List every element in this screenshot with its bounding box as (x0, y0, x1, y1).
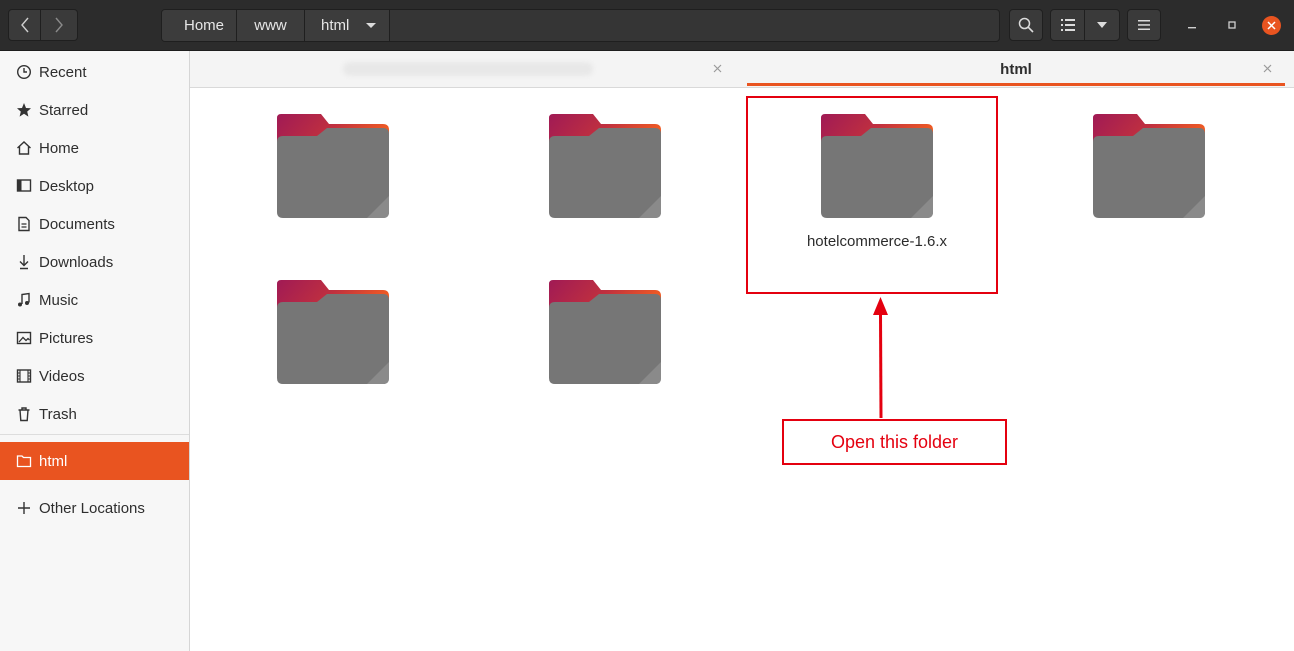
sidebar-item-label: Videos (39, 367, 85, 385)
maximize-button[interactable] (1222, 15, 1242, 35)
folder-item[interactable] (277, 114, 389, 218)
folder-icon (549, 280, 661, 384)
path-bar: Home www html (161, 9, 1000, 42)
chevron-left-icon (20, 17, 29, 33)
download-icon (15, 253, 33, 271)
tab-html[interactable]: html (747, 51, 1285, 87)
sidebar-item-desktop[interactable]: Desktop (0, 167, 189, 205)
sidebar-item-recent[interactable]: Recent (0, 53, 189, 91)
desktop-icon (15, 177, 33, 195)
close-icon (1267, 21, 1276, 30)
folder-item[interactable] (1093, 114, 1205, 218)
star-icon (15, 101, 33, 119)
breadcrumb-home-label: Home (184, 17, 225, 34)
sidebar-item-label: Downloads (39, 253, 114, 271)
sidebar-item-downloads[interactable]: Downloads (0, 243, 189, 281)
sidebar-item-trash[interactable]: Trash (0, 395, 189, 433)
sidebar-item-label: Pictures (39, 329, 94, 347)
arrow-up-icon (873, 297, 888, 419)
chevron-down-icon (1097, 22, 1107, 28)
folder-item[interactable] (549, 280, 661, 384)
sidebar-item-documents[interactable]: Documents (0, 205, 189, 243)
view-options-button[interactable] (1084, 9, 1120, 41)
breadcrumb-home[interactable]: Home (162, 10, 237, 41)
search-button[interactable] (1009, 9, 1043, 41)
folder-item[interactable] (549, 114, 661, 218)
sidebar-item-html[interactable]: html (0, 442, 189, 480)
chevron-right-icon (55, 17, 63, 33)
tab-blurred[interactable] (190, 51, 745, 87)
minimize-icon (1188, 27, 1196, 29)
folder-icon (277, 280, 389, 384)
breadcrumb-www[interactable]: www (237, 10, 305, 41)
file-view: hotelcommerce-1.6.x (190, 88, 1294, 651)
sidebar-item-home[interactable]: Home (0, 129, 189, 167)
blurred-tab-title (342, 62, 593, 76)
sidebar-item-starred[interactable]: Starred (0, 91, 189, 129)
document-icon (15, 215, 33, 233)
clock-icon (15, 63, 33, 81)
minimize-button[interactable] (1182, 15, 1202, 35)
video-icon (15, 367, 33, 385)
breadcrumb-html[interactable]: html (305, 10, 390, 41)
sidebar-item-label: Starred (39, 101, 89, 119)
tab-bar: html (190, 51, 1294, 88)
picture-icon (15, 329, 33, 347)
chevron-down-icon (366, 23, 377, 28)
folder-icon (15, 452, 33, 470)
sidebar-item-other-locations[interactable]: Other Locations (0, 489, 189, 527)
tab-label: html (1000, 60, 1032, 78)
main-menu-button[interactable] (1127, 9, 1161, 41)
music-icon (15, 291, 33, 309)
sidebar: Recent Starred Home Desktop Documents Do… (0, 51, 190, 651)
sidebar-item-label: html (39, 452, 68, 470)
sidebar-separator (0, 434, 189, 435)
annotation-note-text: Open this folder (830, 431, 959, 452)
list-view-button[interactable] (1050, 9, 1085, 41)
sidebar-item-label: Home (39, 139, 80, 157)
sidebar-item-label: Documents (39, 215, 115, 233)
trash-icon (15, 405, 33, 423)
tab-close-button[interactable] (1259, 60, 1275, 76)
breadcrumb-www-label: www (254, 17, 287, 34)
active-tab-indicator (747, 83, 1285, 86)
folder-item[interactable] (277, 280, 389, 384)
hamburger-menu-icon (1138, 20, 1150, 30)
close-icon (1263, 64, 1271, 72)
maximize-icon (1228, 21, 1236, 29)
close-button[interactable] (1262, 16, 1281, 35)
sidebar-item-pictures[interactable]: Pictures (0, 319, 189, 357)
folder-icon (277, 114, 389, 218)
back-button[interactable] (8, 9, 41, 41)
sidebar-item-label: Trash (39, 405, 77, 423)
sidebar-item-videos[interactable]: Videos (0, 357, 189, 395)
sidebar-item-label: Music (39, 291, 79, 309)
sidebar-item-label: Desktop (39, 177, 95, 195)
highlight-box (746, 96, 998, 294)
annotation-note: Open this folder (782, 419, 1007, 465)
search-icon (1018, 17, 1034, 33)
breadcrumb-html-label: html (321, 17, 350, 34)
tab-close-button[interactable] (709, 60, 725, 76)
sidebar-item-music[interactable]: Music (0, 281, 189, 319)
sidebar-item-label: Other Locations (39, 499, 145, 517)
folder-icon (549, 114, 661, 218)
forward-button[interactable] (41, 9, 78, 41)
folder-icon (1093, 114, 1205, 218)
home-icon (15, 139, 33, 157)
list-view-icon (1060, 19, 1075, 31)
header-bar: Home www html (0, 0, 1294, 51)
close-icon (713, 64, 721, 72)
plus-icon (15, 499, 33, 517)
sidebar-item-label: Recent (39, 63, 87, 81)
